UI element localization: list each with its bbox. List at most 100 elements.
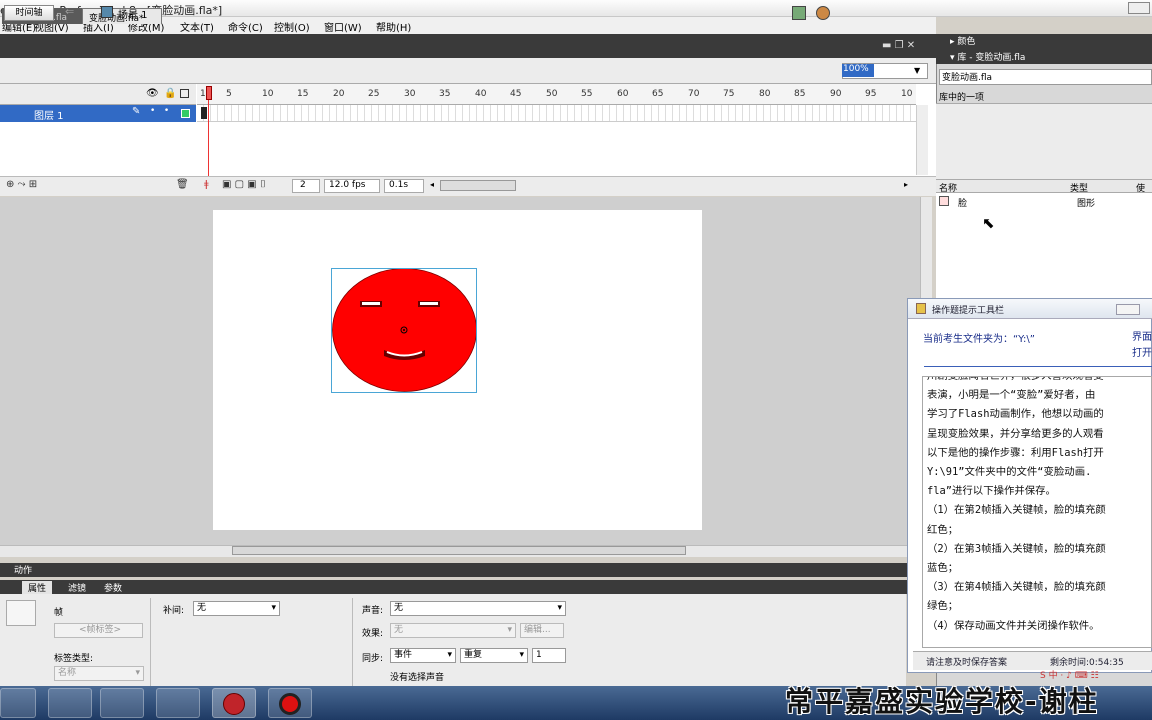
instruction-line: （3）在第4帧插入关键帧，脸的填充颜 [927,581,1106,594]
save-hint: 请注意及时保存答案 [926,658,1008,668]
chevron-down-icon[interactable]: ▼ [914,66,920,75]
ruler-tick: 1 [200,89,206,99]
edit-button[interactable]: 编辑... [520,623,564,638]
tween-select[interactable]: 无 [193,601,280,616]
eye-icon[interactable]: 👁 [146,88,159,99]
instruction-line: 川剧变脸闻名世界，很多人喜欢观看变 [927,376,1104,382]
menu-commands[interactable]: 命令(C) [228,17,263,34]
elapsed-time-field: 0.1s [384,179,424,193]
timeline-scrollbar[interactable] [916,105,928,175]
tab-parameters[interactable]: 参数 [104,581,122,594]
ruler-tick: 60 [617,89,629,99]
doc-window-controls[interactable]: ▬ ❐ ✕ [882,40,915,51]
window-controls[interactable] [1128,2,1150,14]
tab-filters[interactable]: 滤镜 [68,581,86,594]
pencil-icon: ✎ [132,106,141,117]
ruler-tick: 5 [226,89,232,99]
scene-label[interactable]: 场景 1 [118,6,148,21]
layer-name[interactable]: 图层 1 [34,107,64,122]
flash-app-icon[interactable] [212,688,256,718]
ruler-tick: 30 [404,89,416,99]
ruler-tick: 15 [297,89,309,99]
divider [150,598,151,686]
open-link[interactable]: 打开 [1132,346,1152,362]
menu-help[interactable]: 帮助(H) [376,17,411,34]
color-panel-header[interactable]: ▸ 颜色 [936,34,1152,50]
graphic-symbol-icon [939,196,949,206]
library-document-select[interactable]: 变脸动画.fla [939,69,1152,85]
repeat-select[interactable]: 重复 [460,648,528,663]
ruler-tick: 65 [652,89,664,99]
ruler-tick: 90 [830,89,842,99]
actions-panel-header[interactable]: 动作 [0,563,936,577]
layer-color-icon[interactable] [181,109,190,118]
outline-icon[interactable] [180,89,189,98]
tween-label: 补间: [163,606,185,616]
ruler-tick: 45 [510,89,522,99]
instruction-line: 绿色； [927,600,959,613]
interface-link[interactable]: 界面 [1132,330,1152,346]
layer-header: 👁 🔒 [0,84,196,105]
library-item-name[interactable]: 脸 [958,196,967,209]
layer-visibility-dots[interactable]: • • [150,106,169,116]
tab-properties[interactable]: 属性 [22,581,53,594]
scroll-right-icon[interactable]: ▸ [904,180,908,189]
instruction-line: 呈现变脸效果，并分享给更多的人观看 [927,427,1104,440]
label-type-select[interactable]: 名称 [54,666,144,681]
keyframe[interactable] [201,107,207,119]
menu-text[interactable]: 文本(T) [180,17,214,34]
instruction-line: （1）在第2帧插入关键帧，脸的填充颜 [927,504,1106,517]
taskbar-app-1[interactable] [0,688,36,718]
library-panel-header[interactable]: ▾ 库 - 变脸动画.fla [936,50,1152,64]
flash-logo-icon [223,693,245,715]
remaining-time: 剩余时间:0:54:35 [1050,658,1124,668]
frame-label: 帧 [54,608,64,618]
instruction-line: fla”进行以下操作并保存。 [927,485,1056,498]
effect-select[interactable]: 无 [390,623,516,638]
center-frame-icon[interactable]: ǂ [204,179,209,190]
task-instructions[interactable]: 川剧变脸闻名世界，很多人喜欢观看变 表演，小明是一个“变脸”爱好者，由 学习了F… [922,376,1152,648]
playhead-line [208,100,209,188]
minimize-button[interactable] [1116,304,1140,315]
onion-skin-icons[interactable]: ▣ ▢ ▣ ⌷ [222,179,266,190]
taskbar-app-2[interactable] [48,688,92,718]
edit-symbol-icon[interactable] [816,6,830,20]
trash-icon[interactable]: 🗑 [176,179,189,190]
frame-icon [6,600,36,626]
library-item-count: 库中的一项 [939,93,985,103]
add-layer-icons[interactable]: ⊕ ⤳ ⊞ [6,179,37,190]
selection-box [331,268,477,393]
timeline-toggle-button[interactable]: 时间轴 [4,5,54,21]
timeline-hscroll-thumb[interactable] [440,180,516,191]
helper-app-icon [916,303,926,314]
frame-ruler[interactable]: 1 5 10 15 20 25 30 35 40 45 50 55 60 65 … [197,84,916,105]
edit-scene-icon[interactable] [792,6,806,20]
frame-cells[interactable] [197,105,916,122]
sound-select[interactable]: 无 [390,601,566,616]
title-bar: edia Flash Professional 8 - [变脸动画.fla*] [0,0,1152,17]
helper-separator [924,366,1152,367]
lock-icon[interactable]: 🔒 [164,88,176,99]
ruler-tick: 50 [546,89,558,99]
ruler-tick: 10 [262,89,274,99]
sync-label: 同步: [362,654,384,664]
record-app-icon[interactable] [268,688,312,718]
ruler-tick: 35 [439,89,451,99]
taskbar-app-4[interactable] [156,688,200,718]
ruler-tick: 80 [759,89,771,99]
fps-field[interactable]: 12.0 fps [324,179,380,193]
repeat-count-input[interactable]: 1 [532,648,566,663]
folder-icon[interactable] [100,688,144,718]
instruction-line: Y:\91”文件夹中的文件“变脸动画. [927,466,1092,479]
frame-name-input[interactable]: <帧标签> [54,623,143,638]
stage-hscroll-thumb[interactable] [232,546,686,555]
scroll-left-icon[interactable]: ◂ [430,180,434,189]
sync-select[interactable]: 事件 [390,648,456,663]
playhead[interactable] [206,86,212,100]
menu-control[interactable]: 控制(O) [274,17,310,34]
zoom-value[interactable]: 100% [842,64,874,77]
back-arrow-icon[interactable]: ⇐ [65,5,74,18]
ruler-tick: 25 [368,89,380,99]
menu-window[interactable]: 窗口(W) [324,17,362,34]
exam-folder-text: 当前考生文件夹为：“Y:\” [923,334,1035,345]
